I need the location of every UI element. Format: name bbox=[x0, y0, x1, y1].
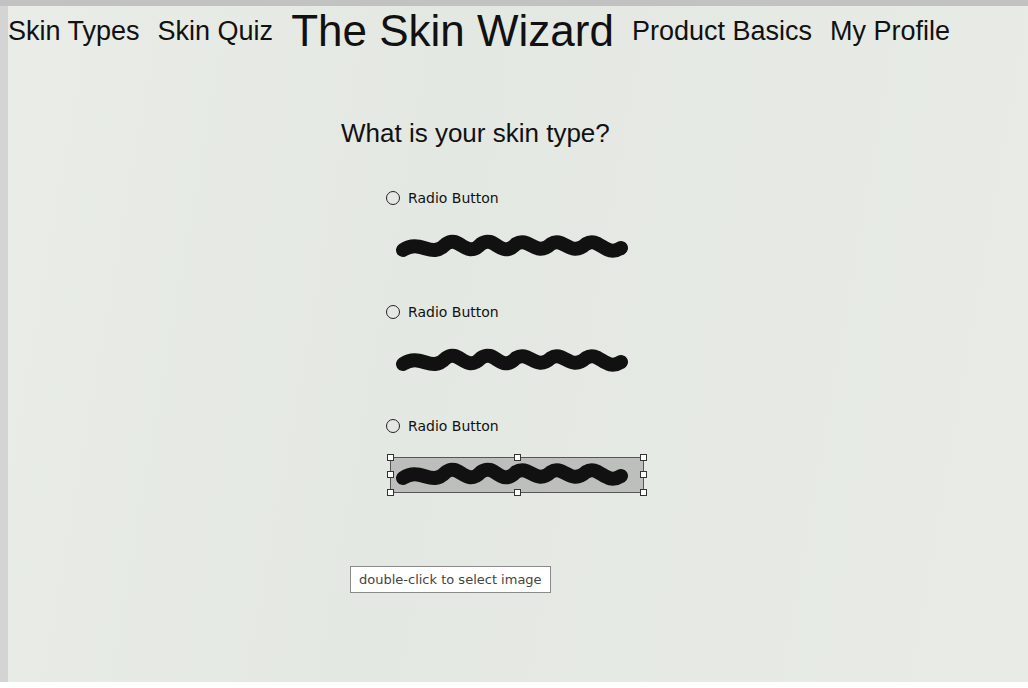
quiz-form: What is your skin type?Radio ButtonRadio… bbox=[341, 56, 1028, 493]
scribble-icon bbox=[391, 458, 633, 492]
scribble-icon bbox=[391, 344, 633, 378]
bottom-strip bbox=[0, 682, 1028, 688]
editor-screen: Skin Types Skin Quiz The Skin Wizard Produc… bbox=[0, 0, 1028, 688]
option: Radio Button bbox=[386, 303, 1028, 379]
radio-label[interactable]: Radio Button bbox=[408, 418, 499, 434]
nav-link[interactable]: Product Basics bbox=[632, 16, 812, 47]
resize-handle[interactable] bbox=[514, 489, 521, 496]
scribble-image[interactable] bbox=[390, 457, 644, 493]
radio-label[interactable]: Radio Button bbox=[408, 190, 499, 206]
site-title[interactable]: The Skin Wizard bbox=[291, 6, 614, 56]
left-edge bbox=[0, 6, 8, 682]
radio-button[interactable]: Radio Button bbox=[386, 417, 1028, 435]
editor-body: Skin Types Skin Quiz The Skin Wizard Produc… bbox=[0, 6, 1028, 682]
tooltip: double-click to select image bbox=[350, 566, 551, 593]
option: Radio Button bbox=[386, 417, 1028, 493]
page-canvas: Skin Types Skin Quiz The Skin Wizard Produc… bbox=[8, 6, 1028, 682]
radio-button[interactable]: Radio Button bbox=[386, 303, 1028, 321]
resize-handle[interactable] bbox=[387, 471, 394, 478]
nav-link[interactable]: Skin Types bbox=[8, 16, 140, 47]
resize-handle[interactable] bbox=[640, 471, 647, 478]
radio-icon[interactable] bbox=[386, 191, 400, 205]
scribble-image[interactable] bbox=[390, 229, 644, 265]
nav-bar: Skin Types Skin Quiz The Skin Wizard Produc… bbox=[8, 6, 1028, 56]
nav-link[interactable]: Skin Quiz bbox=[158, 16, 274, 47]
resize-handle[interactable] bbox=[387, 489, 394, 496]
resize-handle[interactable] bbox=[640, 489, 647, 496]
resize-handle[interactable] bbox=[387, 454, 394, 461]
resize-handle[interactable] bbox=[514, 454, 521, 461]
scribble-image[interactable] bbox=[390, 343, 644, 379]
radio-button[interactable]: Radio Button bbox=[386, 189, 1028, 207]
option-list: Radio Button Radio Button Radio Button bbox=[386, 189, 1028, 493]
scribble-icon bbox=[391, 230, 633, 264]
radio-label[interactable]: Radio Button bbox=[408, 304, 499, 320]
question-heading: What is your skin type? bbox=[341, 118, 1028, 149]
radio-icon[interactable] bbox=[386, 305, 400, 319]
nav-link[interactable]: My Profile bbox=[830, 16, 950, 47]
option: Radio Button bbox=[386, 189, 1028, 265]
radio-icon[interactable] bbox=[386, 419, 400, 433]
resize-handle[interactable] bbox=[640, 454, 647, 461]
